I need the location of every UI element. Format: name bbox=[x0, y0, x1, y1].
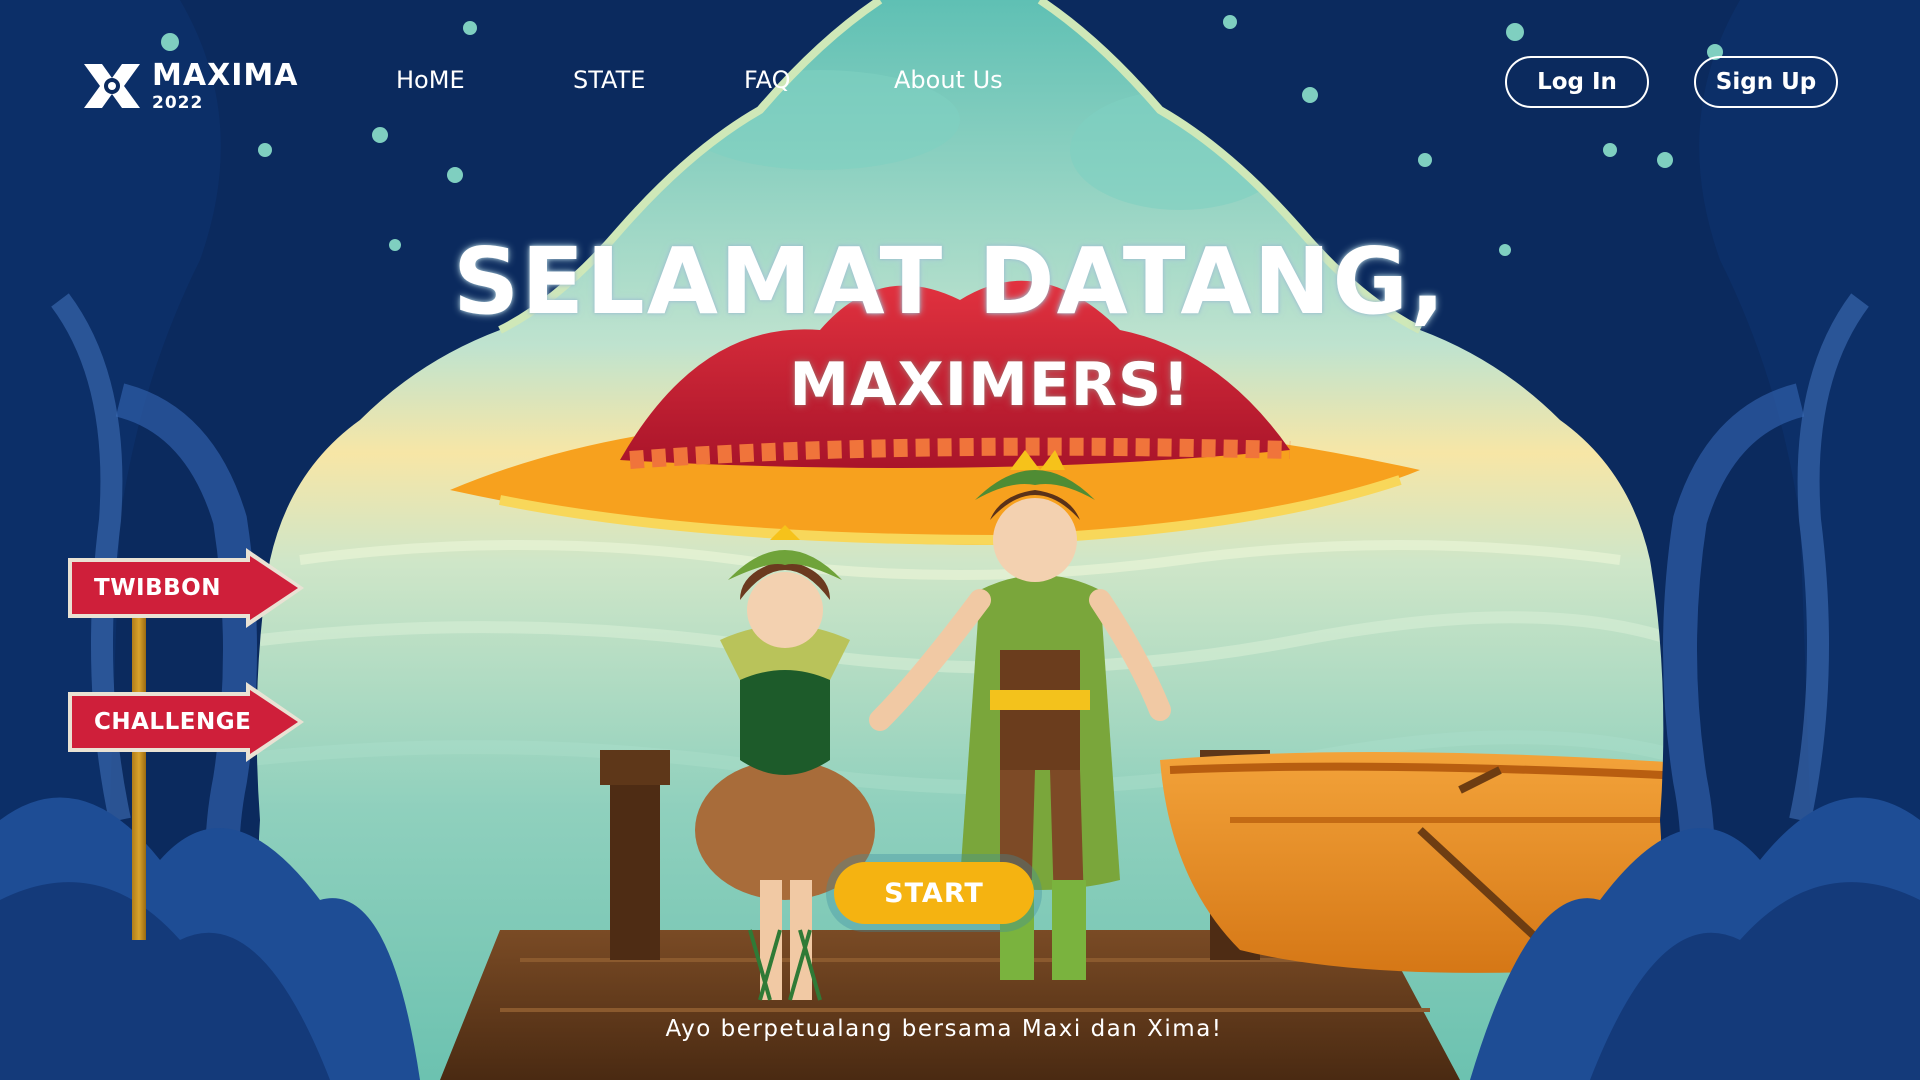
challenge-label: CHALLENGE bbox=[94, 709, 252, 735]
signpost-pole bbox=[132, 600, 146, 940]
nav-item-home[interactable]: HoME bbox=[396, 66, 465, 94]
hero-title: SELAMAT DATANG, bbox=[452, 228, 1448, 335]
landing-page: MAXIMA 2022 HoME STATE FAQ About Us Log … bbox=[0, 0, 1920, 1080]
brand-year: 2022 bbox=[152, 92, 204, 113]
challenge-sign-button[interactable]: CHALLENGE bbox=[66, 680, 306, 764]
signup-button[interactable]: Sign Up bbox=[1694, 56, 1838, 108]
nav-item-faq[interactable]: FAQ bbox=[744, 66, 791, 94]
twibbon-sign-button[interactable]: TWIBBON bbox=[66, 546, 306, 630]
nav-item-about-us[interactable]: About Us bbox=[894, 66, 1003, 94]
hero-subtitle: MAXIMERS! bbox=[789, 350, 1191, 420]
nav-item-state[interactable]: STATE bbox=[573, 66, 645, 94]
brand-name: MAXIMA bbox=[152, 57, 299, 93]
brand-logo[interactable]: MAXIMA 2022 bbox=[80, 58, 298, 114]
twibbon-label: TWIBBON bbox=[94, 575, 221, 601]
brand-wordmark: MAXIMA 2022 bbox=[152, 57, 299, 113]
login-button[interactable]: Log In bbox=[1505, 56, 1649, 108]
hero-tagline: Ayo berpetualang bersama Maxi dan Xima! bbox=[665, 1016, 1223, 1042]
start-button[interactable]: START bbox=[834, 862, 1034, 924]
maxima-emblem-icon bbox=[84, 64, 140, 108]
